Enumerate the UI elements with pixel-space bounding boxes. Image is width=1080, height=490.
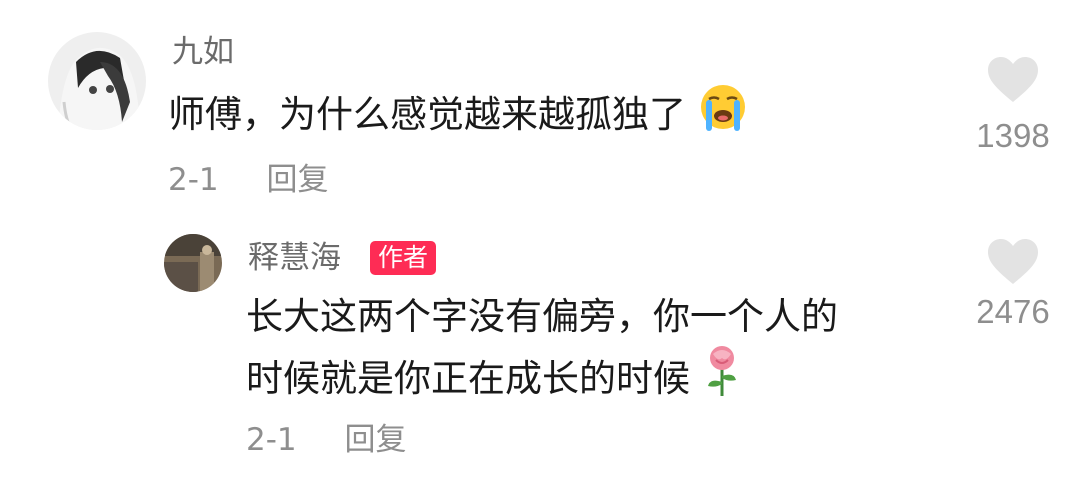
reply-username[interactable]: 释慧海 — [248, 240, 341, 276]
author-badge: 作者 — [370, 241, 437, 275]
heart-icon[interactable] — [986, 56, 1040, 104]
reply-text-content: 时候就是你正在成长的时候 — [246, 357, 690, 400]
comment-date: 2-1 — [168, 162, 219, 198]
reply-meta: 2-1 回复 — [246, 422, 407, 458]
like-control[interactable]: 2476 — [958, 238, 1068, 332]
reply-button[interactable]: 回复 — [267, 162, 329, 198]
reply-button[interactable]: 回复 — [345, 422, 407, 458]
avatar[interactable] — [48, 32, 146, 130]
comment-text: 师傅，为什么感觉越来越孤独了 — [168, 82, 748, 151]
reply-text-line-2: 时候就是你正在成长的时候 — [246, 344, 742, 417]
rose-icon — [702, 344, 742, 417]
like-control[interactable]: 1398 — [958, 56, 1068, 156]
comment-text-content: 师傅，为什么感觉越来越孤独了 — [168, 93, 686, 136]
like-count: 1398 — [976, 117, 1050, 154]
reply-date: 2-1 — [246, 422, 297, 458]
loudly-crying-face-icon — [698, 82, 748, 151]
reply-text-line-1: 长大这两个字没有偏旁，你一个人的 — [246, 295, 838, 338]
avatar[interactable] — [164, 234, 222, 292]
comment-username[interactable]: 九如 — [172, 34, 234, 70]
comment-meta: 2-1 回复 — [168, 162, 329, 198]
like-count: 2476 — [976, 293, 1050, 330]
heart-icon[interactable] — [986, 238, 1040, 286]
